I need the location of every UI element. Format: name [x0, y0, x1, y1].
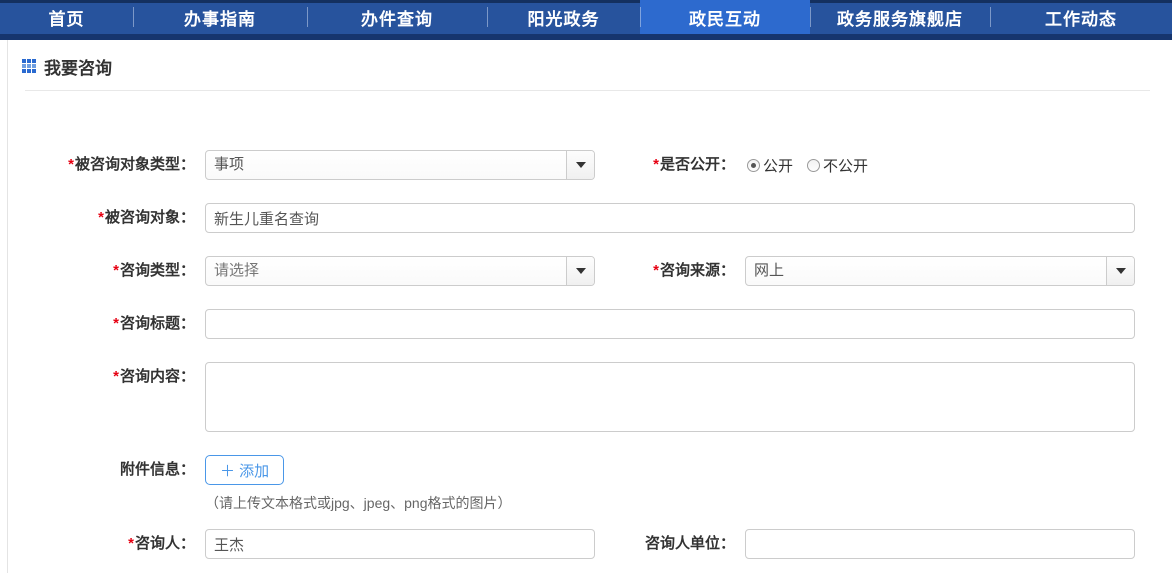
page-left-border: [7, 40, 8, 573]
required-marker: *: [68, 156, 74, 173]
nav-label: 阳光政务: [528, 5, 600, 30]
nav-item-application-query[interactable]: 办件查询: [307, 0, 487, 34]
required-marker: *: [98, 209, 104, 226]
consult-source-select[interactable]: 网上: [745, 256, 1135, 286]
consult-target-type-label: *被咨询对象类型：: [0, 150, 205, 180]
nav-item-open-government[interactable]: 阳光政务: [487, 0, 640, 34]
page-title: 我要咨询: [44, 54, 112, 79]
radio-unchecked-icon[interactable]: [807, 159, 820, 172]
consultant-label: *咨询人：: [0, 529, 205, 559]
consult-content-label: *咨询内容：: [0, 362, 205, 392]
nav-item-work-news[interactable]: 工作动态: [990, 0, 1172, 34]
required-marker: *: [128, 535, 134, 552]
nav-bottom-strip: [0, 34, 1172, 40]
nav-label: 办事指南: [184, 5, 256, 30]
radio-option-label: 公开: [763, 155, 793, 176]
consultation-form: *被咨询对象类型： 事项 *是否公开： 公开 不公开 *被咨询对象：: [0, 150, 1172, 559]
required-marker: *: [653, 156, 659, 173]
add-attachment-button[interactable]: ＋ 添加: [205, 455, 284, 485]
nav-item-home[interactable]: 首页: [0, 0, 133, 34]
nav-bar: 首页 办事指南 办件查询 阳光政务 政民互动 政务服务旗舰店 工作动态: [0, 0, 1172, 34]
is-public-label: *是否公开：: [595, 150, 745, 180]
radio-option-label: 不公开: [823, 155, 868, 176]
form-row: *被咨询对象类型： 事项 *是否公开： 公开 不公开: [0, 150, 1172, 180]
consult-source-label: *咨询来源：: [595, 256, 745, 286]
select-value: 事项: [206, 151, 566, 179]
attachment-label: 附件信息：: [0, 455, 205, 485]
consultant-org-label: 咨询人单位：: [595, 529, 745, 559]
consult-target-input[interactable]: [205, 203, 1135, 233]
form-row: 附件信息： ＋ 添加: [0, 455, 1172, 485]
nav-label: 工作动态: [1045, 5, 1117, 30]
radio-option-private[interactable]: 不公开: [807, 155, 868, 176]
form-row: *被咨询对象：: [0, 203, 1172, 233]
radio-checked-icon[interactable]: [747, 159, 760, 172]
consult-target-label: *被咨询对象：: [0, 203, 205, 233]
is-public-radio-group: 公开 不公开: [747, 155, 882, 176]
required-marker: *: [113, 368, 119, 385]
select-value: 网上: [746, 257, 1106, 285]
chevron-down-icon[interactable]: [566, 151, 594, 179]
consult-target-type-select[interactable]: 事项: [205, 150, 595, 180]
form-row: *咨询标题：: [0, 309, 1172, 339]
consult-type-select[interactable]: 请选择: [205, 256, 595, 286]
section-header: 我要咨询: [22, 55, 1172, 77]
grid-icon: [22, 59, 36, 73]
consultation-page: 首页 办事指南 办件查询 阳光政务 政民互动 政务服务旗舰店 工作动态 我要咨询…: [0, 0, 1172, 573]
nav-item-citizen-interaction[interactable]: 政民互动: [640, 0, 810, 34]
attachment-hint-row: （请上传文本格式或jpg、jpeg、png格式的图片）: [0, 493, 1172, 513]
consult-title-label: *咨询标题：: [0, 309, 205, 339]
nav-item-service-guide[interactable]: 办事指南: [133, 0, 307, 34]
nav-label: 政务服务旗舰店: [837, 5, 963, 30]
nav-label: 首页: [49, 5, 85, 30]
chevron-down-icon[interactable]: [566, 257, 594, 285]
top-nav: 首页 办事指南 办件查询 阳光政务 政民互动 政务服务旗舰店 工作动态: [0, 0, 1172, 40]
form-row: *咨询类型： 请选择 *咨询来源： 网上: [0, 256, 1172, 286]
consult-content-textarea[interactable]: [205, 362, 1135, 432]
nav-label: 政民互动: [689, 5, 761, 30]
consultant-org-input[interactable]: [745, 529, 1135, 559]
radio-option-public[interactable]: 公开: [747, 155, 793, 176]
form-row: *咨询内容：: [0, 362, 1172, 432]
header-divider: [25, 90, 1150, 91]
attachment-hint: （请上传文本格式或jpg、jpeg、png格式的图片）: [205, 495, 512, 511]
chevron-down-icon[interactable]: [1106, 257, 1134, 285]
form-row: *咨询人： 咨询人单位：: [0, 529, 1172, 559]
required-marker: *: [653, 262, 659, 279]
consultant-input[interactable]: [205, 529, 595, 559]
consult-type-label: *咨询类型：: [0, 256, 205, 286]
nav-item-service-flagship-store[interactable]: 政务服务旗舰店: [810, 0, 990, 34]
required-marker: *: [113, 262, 119, 279]
select-placeholder: 请选择: [206, 257, 566, 285]
nav-label: 办件查询: [361, 5, 433, 30]
required-marker: *: [113, 315, 119, 332]
consult-title-input[interactable]: [205, 309, 1135, 339]
